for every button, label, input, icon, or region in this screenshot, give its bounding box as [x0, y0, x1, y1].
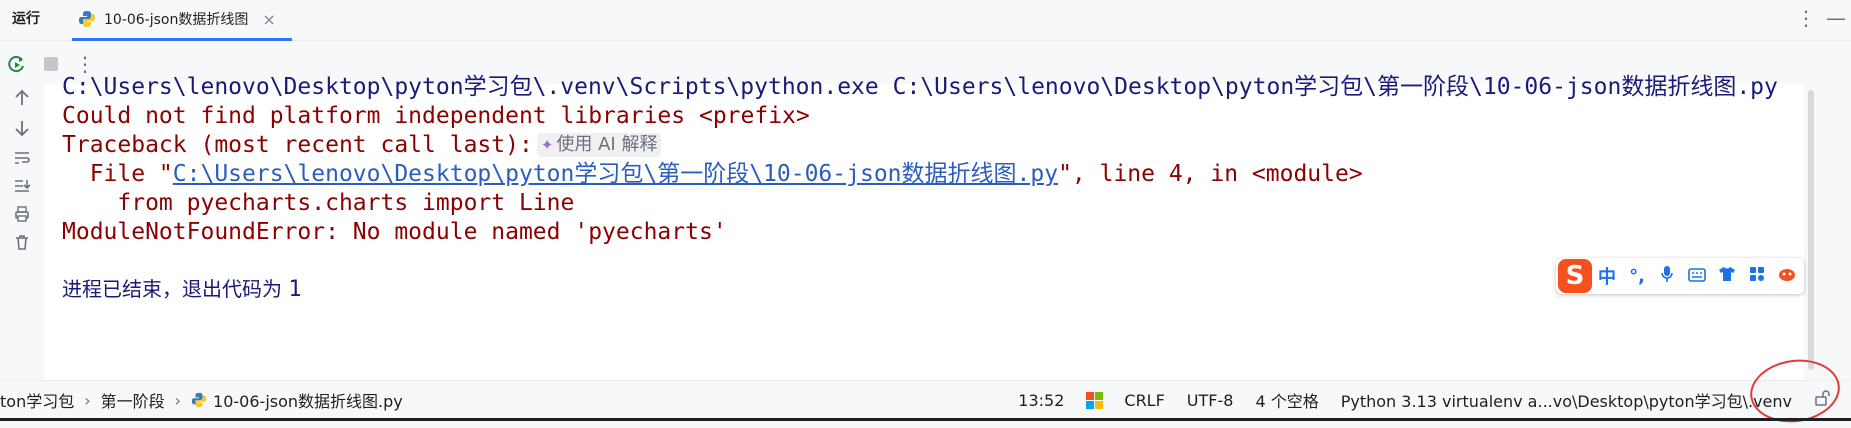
console-exit-line: 进程已结束，退出代码为 1 — [62, 274, 302, 305]
arrow-up-icon[interactable] — [12, 88, 32, 108]
console-command-line: C:\Users\lenovo\Desktop\pyton学习包\.venv\S… — [62, 74, 1778, 100]
ime-punctuation-mode[interactable]: °, — [1622, 266, 1652, 287]
file-line-prefix: File " — [62, 161, 173, 187]
tab-run-config[interactable]: 10-06-json数据折线图 × — [72, 0, 292, 41]
console-traceback-line: Traceback (most recent call last): ✦ 使用 AI… — [62, 130, 662, 160]
breadcrumb: ton学习包 › 第一阶段 › 10-06-json数据折线图.py — [0, 388, 403, 412]
stop-icon[interactable] — [34, 55, 68, 73]
console-output[interactable]: C:\Users\lenovo\Desktop\pyton学习包\.venv\S… — [44, 74, 1804, 380]
status-bar: ton学习包 › 第一阶段 › 10-06-json数据折线图.py 13:52… — [0, 380, 1851, 419]
scroll-to-end-icon[interactable] — [12, 176, 32, 196]
breadcrumb-file[interactable]: 10-06-json数据折线图.py — [213, 388, 403, 412]
microphone-icon[interactable] — [1652, 265, 1682, 288]
toolbox-grid-icon[interactable] — [1742, 266, 1772, 287]
trash-icon[interactable] — [12, 232, 32, 252]
chevron-right-icon: › — [174, 390, 182, 410]
ai-explain-label: 使用 AI 解释 — [556, 134, 658, 155]
status-widgets: 13:52 CRLF UTF-8 4 个空格 Python 3.13 virtu… — [1007, 381, 1841, 419]
file-line-suffix: ", line 4, in <module> — [1058, 161, 1363, 187]
arrow-down-icon[interactable] — [12, 118, 32, 138]
print-icon[interactable] — [12, 204, 32, 224]
tab-title: 10-06-json数据折线图 — [104, 12, 249, 28]
exit-code: 1 — [288, 277, 302, 302]
minimize-icon[interactable]: — — [1821, 6, 1851, 30]
ime-toolbar[interactable]: S 中 °, — [1556, 258, 1804, 294]
console-file-line: File "C:\Users\lenovo\Desktop\pyton学习包\第… — [62, 159, 1363, 189]
ai-explain-button[interactable]: ✦ 使用 AI 解释 — [536, 133, 662, 157]
exit-text: 进程已结束，退出代码为 — [62, 277, 289, 301]
run-tool-header: 运行 10-06-json数据折线图 × ⋮ — — [0, 0, 1851, 41]
breadcrumb-project[interactable]: ton学习包 — [0, 388, 74, 412]
soft-wrap-icon[interactable] — [12, 148, 32, 168]
console-error-line: ModuleNotFoundError: No module named 'py… — [62, 219, 727, 245]
sogou-logo-icon[interactable]: S — [1558, 259, 1592, 293]
keyboard-icon[interactable] — [1682, 266, 1712, 287]
file-path-link[interactable]: C:\Users\lenovo\Desktop\pyton学习包\第一阶段\10… — [173, 161, 1058, 187]
caret-position[interactable]: 13:52 — [1018, 391, 1064, 410]
traceback-header: Traceback (most recent call last): — [62, 132, 533, 158]
line-ending-selector[interactable]: CRLF — [1124, 391, 1164, 410]
python-icon — [79, 11, 95, 27]
console-code-line: from pyecharts.charts import Line — [62, 190, 575, 216]
indent-selector[interactable]: 4 个空格 — [1255, 388, 1318, 412]
breadcrumb-folder[interactable]: 第一阶段 — [101, 388, 165, 412]
console-scrollbar-thumb[interactable] — [1808, 90, 1814, 370]
ime-chinese-mode[interactable]: 中 — [1592, 263, 1622, 289]
encoding-selector[interactable]: UTF-8 — [1187, 391, 1234, 410]
tab-close-icon[interactable]: × — [262, 10, 275, 29]
console-warning-line: Could not find platform independent libr… — [62, 103, 810, 129]
rerun-icon[interactable] — [0, 54, 34, 74]
ai-sparkle-icon: ✦ — [540, 136, 554, 154]
window-controls: ⋮ — — [1791, 0, 1851, 36]
interpreter-selector[interactable]: Python 3.13 virtualenv a...vo\Desktop\py… — [1341, 388, 1792, 412]
python-file-icon — [191, 392, 207, 408]
more-options-icon[interactable]: ⋮ — [1791, 6, 1821, 30]
run-tool-title: 运行 — [12, 11, 40, 27]
mascot-icon[interactable] — [1772, 266, 1802, 287]
console-gutter — [0, 88, 44, 378]
chevron-right-icon: › — [84, 390, 91, 410]
skin-shirt-icon[interactable] — [1712, 266, 1742, 287]
windows-logo-icon — [1086, 392, 1104, 409]
